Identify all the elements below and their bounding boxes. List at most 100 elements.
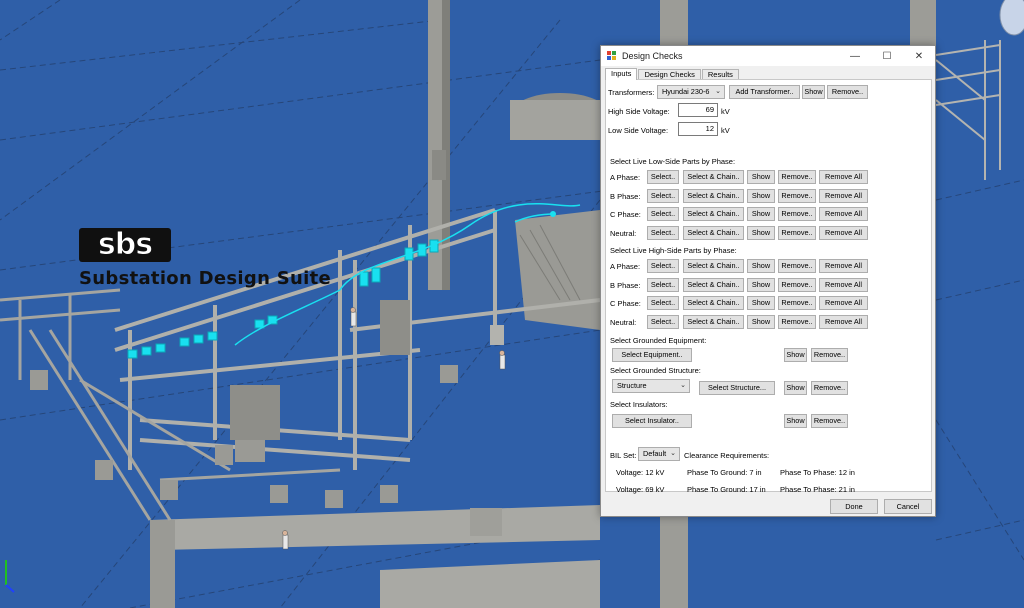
- logo-subtitle: Substation Design Suite: [79, 268, 332, 289]
- remove-all-button[interactable]: Remove All: [819, 225, 868, 240]
- select-and-chain-button[interactable]: Select & Chain..: [683, 296, 744, 310]
- remove-button[interactable]: Remove..: [778, 259, 816, 273]
- remove-all-button[interactable]: Remove All: [819, 207, 868, 221]
- low-side-voltage-input[interactable]: 12: [678, 122, 718, 136]
- phase-label: B Phase:: [610, 191, 641, 201]
- select-button[interactable]: Select..: [647, 225, 679, 240]
- low-side-unit: kV: [721, 126, 730, 135]
- remove-all-button[interactable]: Remove All: [819, 296, 868, 310]
- design-checks-dialog: Design Checks — ☐ ✕ Inputs Design Checks…: [600, 45, 936, 517]
- select-structure-button[interactable]: Select Structure...: [699, 381, 775, 395]
- equipment-show-button[interactable]: Show: [784, 348, 807, 362]
- remove-button[interactable]: Remove..: [778, 170, 816, 184]
- remove-button[interactable]: Remove..: [778, 314, 816, 329]
- show-button[interactable]: Show: [747, 225, 775, 240]
- select-and-chain-button[interactable]: Select & Chain..: [683, 259, 744, 273]
- transformers-label: Transformers:: [608, 88, 655, 97]
- sbs-logo: sbs Substation Design Suite: [79, 228, 331, 289]
- show-button[interactable]: Show: [747, 296, 775, 310]
- remove-all-button[interactable]: Remove All: [819, 259, 868, 273]
- remove-button[interactable]: Remove..: [778, 207, 816, 221]
- show-button[interactable]: Show: [747, 259, 775, 273]
- close-button[interactable]: ✕: [903, 46, 935, 66]
- sbs-logo-mark: sbs: [79, 228, 171, 262]
- phase-label: Neutral:: [610, 228, 637, 238]
- maximize-button[interactable]: ☐: [871, 46, 903, 66]
- chevron-down-icon: ⌄: [670, 450, 676, 457]
- bil-set-select[interactable]: Default ⌄: [638, 447, 680, 461]
- structure-show-button[interactable]: Show: [784, 381, 807, 395]
- phase-label: A Phase:: [610, 173, 641, 182]
- bil-set-value: Default: [643, 449, 667, 458]
- equipment-remove-button[interactable]: Remove..: [811, 348, 848, 362]
- chevron-down-icon: ⌄: [715, 88, 721, 95]
- minimize-button[interactable]: —: [839, 46, 871, 66]
- remove-all-button[interactable]: Remove All: [819, 188, 868, 203]
- requirement-voltage: Voltage: 69 kV: [616, 485, 665, 494]
- phase-label: A Phase:: [610, 262, 641, 271]
- select-button[interactable]: Select..: [647, 207, 679, 221]
- requirement-voltage: Voltage: 12 kV: [616, 468, 665, 477]
- select-and-chain-button[interactable]: Select & Chain..: [683, 225, 744, 240]
- high-side-unit: kV: [721, 107, 730, 116]
- select-button[interactable]: Select..: [647, 259, 679, 273]
- dialog-title: Design Checks: [622, 51, 683, 61]
- remove-button[interactable]: Remove..: [778, 277, 816, 292]
- remove-all-button[interactable]: Remove All: [819, 277, 868, 292]
- select-and-chain-button[interactable]: Select & Chain..: [683, 170, 744, 184]
- low-side-parts-heading: Select Live Low-Side Parts by Phase:: [610, 157, 736, 166]
- requirement-phase-to-phase: Phase To Phase: 21 in: [780, 485, 855, 494]
- select-and-chain-button[interactable]: Select & Chain..: [683, 277, 744, 292]
- requirement-phase-to-ground: Phase To Ground: 7 in: [687, 468, 762, 477]
- show-button[interactable]: Show: [747, 277, 775, 292]
- grounded-equipment-heading: Select Grounded Equipment:: [610, 336, 707, 345]
- done-button[interactable]: Done: [830, 499, 878, 514]
- transformer-selected-value: Hyundai 230-6: [662, 87, 710, 96]
- select-button[interactable]: Select..: [647, 314, 679, 329]
- insulator-remove-button[interactable]: Remove..: [811, 414, 848, 428]
- insulator-show-button[interactable]: Show: [784, 414, 807, 428]
- phase-label: Neutral:: [610, 317, 637, 327]
- show-button[interactable]: Show: [747, 314, 775, 329]
- requirement-phase-to-phase: Phase To Phase: 12 in: [780, 468, 855, 477]
- chevron-down-icon: ⌄: [680, 382, 686, 389]
- transformer-remove-button[interactable]: Remove..: [827, 85, 868, 99]
- cancel-button[interactable]: Cancel: [884, 499, 932, 514]
- requirement-phase-to-ground: Phase To Ground: 17 in: [687, 485, 766, 494]
- high-side-voltage-input[interactable]: 69: [678, 103, 718, 117]
- high-side-voltage-label: High Side Voltage:: [608, 107, 670, 116]
- remove-all-button[interactable]: Remove All: [819, 170, 868, 184]
- show-button[interactable]: Show: [747, 207, 775, 221]
- transformer-select[interactable]: Hyundai 230-6 ⌄: [657, 85, 725, 99]
- select-button[interactable]: Select..: [647, 296, 679, 310]
- remove-button[interactable]: Remove..: [778, 225, 816, 240]
- structure-remove-button[interactable]: Remove..: [811, 381, 848, 395]
- grounded-structure-heading: Select Grounded Structure:: [610, 366, 701, 375]
- select-and-chain-button[interactable]: Select & Chain..: [683, 314, 744, 329]
- clearance-requirements-label: Clearance Requirements:: [684, 451, 770, 460]
- structure-select[interactable]: Structure ⌄: [612, 379, 690, 393]
- app-icon: [607, 51, 617, 61]
- add-transformer-button[interactable]: Add Transformer..: [729, 85, 800, 99]
- show-button[interactable]: Show: [747, 188, 775, 203]
- title-bar[interactable]: Design Checks — ☐ ✕: [601, 46, 935, 66]
- tab-inputs[interactable]: Inputs: [605, 68, 638, 80]
- select-button[interactable]: Select..: [647, 170, 679, 184]
- select-button[interactable]: Select..: [647, 188, 679, 203]
- show-button[interactable]: Show: [747, 170, 775, 184]
- insulators-heading: Select Insulators:: [610, 400, 668, 409]
- select-equipment-button[interactable]: Select Equipment..: [612, 348, 692, 362]
- remove-button[interactable]: Remove..: [778, 188, 816, 203]
- select-insulator-button[interactable]: Select Insulator..: [612, 414, 692, 428]
- select-button[interactable]: Select..: [647, 277, 679, 292]
- low-side-voltage-label: Low Side Voltage:: [608, 126, 669, 135]
- structure-selected-value: Structure: [617, 381, 647, 390]
- phase-label: C Phase:: [610, 210, 641, 219]
- bil-set-label: BIL Set:: [610, 451, 637, 460]
- select-and-chain-button[interactable]: Select & Chain..: [683, 188, 744, 203]
- remove-all-button[interactable]: Remove All: [819, 314, 868, 329]
- select-and-chain-button[interactable]: Select & Chain..: [683, 207, 744, 221]
- transformer-show-button[interactable]: Show: [802, 85, 825, 99]
- phase-label: B Phase:: [610, 280, 641, 290]
- remove-button[interactable]: Remove..: [778, 296, 816, 310]
